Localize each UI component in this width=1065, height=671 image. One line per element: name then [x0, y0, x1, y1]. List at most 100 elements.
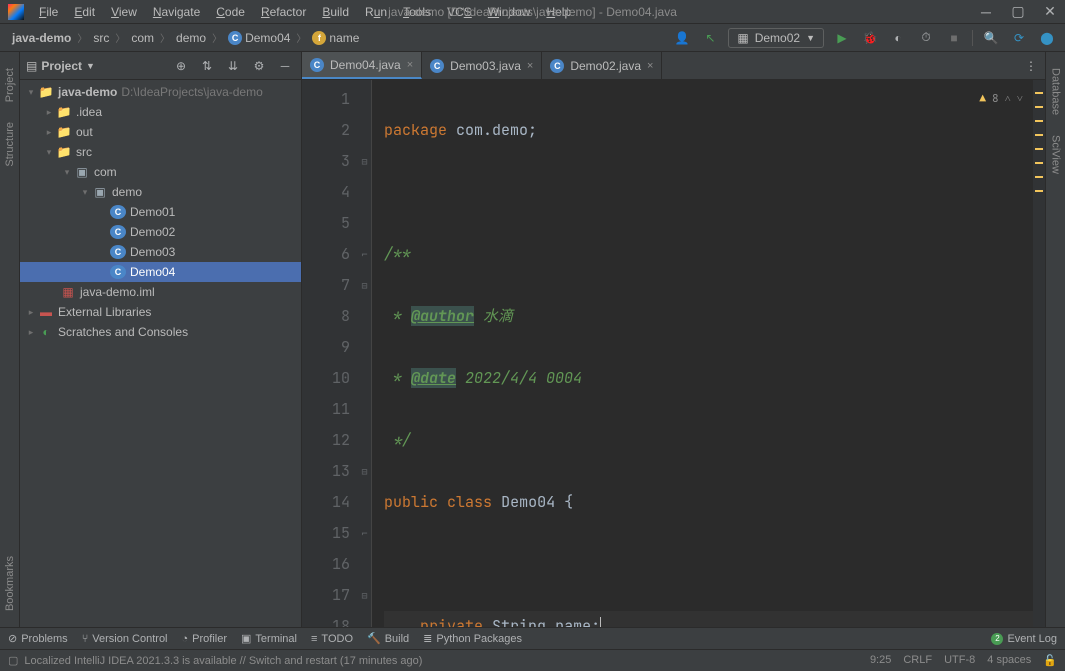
tool-bookmarks-tab[interactable]: Bookmarks	[2, 548, 18, 619]
tool-event-log[interactable]: 2Event Log	[991, 633, 1057, 645]
project-tree[interactable]: ▾ 📁 java-demo D:\IdeaProjects\java-demo …	[20, 80, 301, 627]
tool-profiler[interactable]: ◔Profiler	[182, 633, 228, 645]
menu-run[interactable]: Run	[358, 3, 394, 21]
menu-tools[interactable]: Tools	[396, 3, 438, 21]
chevron-right-icon[interactable]: ▸	[42, 107, 56, 118]
menu-help[interactable]: Help	[539, 3, 578, 21]
chevron-down-icon[interactable]: ▾	[42, 147, 56, 158]
menu-vcs[interactable]: VCS	[440, 3, 479, 21]
tree-ext-libs[interactable]: ▸ ▬ External Libraries	[20, 302, 301, 322]
tool-project-tab[interactable]: Project	[2, 60, 18, 110]
inspections-widget[interactable]: ▲ 8 ˄ ˅	[979, 84, 1023, 115]
tree-demo03[interactable]: C Demo03	[20, 242, 301, 262]
status-message[interactable]: Localized IntelliJ IDEA 2021.3.3 is avai…	[24, 655, 422, 667]
expand-all-icon[interactable]: ⇅	[197, 56, 217, 76]
tool-sciview-tab[interactable]: SciView	[1048, 127, 1064, 182]
menu-file[interactable]: File	[32, 3, 65, 21]
chevron-down-icon[interactable]: ˅	[1017, 84, 1023, 115]
hammer-icon[interactable]: ↖	[700, 28, 720, 48]
tool-database-tab[interactable]: Database	[1048, 60, 1064, 123]
settings-icon[interactable]: ⚙	[249, 56, 269, 76]
tree-out[interactable]: ▸ 📁 out	[20, 122, 301, 142]
status-line-sep[interactable]: CRLF	[903, 654, 932, 667]
tree-com[interactable]: ▾ ▣ com	[20, 162, 301, 182]
tool-terminal[interactable]: ▣Terminal	[241, 632, 297, 645]
select-opened-file-icon[interactable]: ⊕	[171, 56, 191, 76]
tool-build[interactable]: 🔨Build	[367, 632, 409, 645]
status-position[interactable]: 9:25	[870, 654, 891, 667]
menu-build[interactable]: Build	[315, 3, 356, 21]
tree-idea[interactable]: ▸ 📁 .idea	[20, 102, 301, 122]
search-button[interactable]: 🔍	[981, 28, 1001, 48]
debug-button[interactable]: 🐞	[860, 28, 880, 48]
tree-demo01[interactable]: C Demo01	[20, 202, 301, 222]
chevron-right-icon[interactable]: ▸	[42, 127, 56, 138]
fold-open-icon[interactable]: ⊟	[358, 456, 371, 487]
crumb-field[interactable]: fname	[308, 29, 363, 47]
tool-version-control[interactable]: ⑂Version Control	[82, 633, 168, 645]
tree-scratches[interactable]: ▸ ◐ Scratches and Consoles	[20, 322, 301, 342]
tree-demo-pkg[interactable]: ▾ ▣ demo	[20, 182, 301, 202]
readonly-lock-icon[interactable]: 🔓	[1043, 654, 1057, 667]
minimize-button[interactable]: ─	[979, 5, 993, 19]
crumb-class[interactable]: CDemo04	[224, 29, 294, 47]
tree-root[interactable]: ▾ 📁 java-demo D:\IdeaProjects\java-demo	[20, 82, 301, 102]
chevron-up-icon[interactable]: ˄	[1005, 84, 1011, 115]
run-button[interactable]: ▶	[832, 28, 852, 48]
ide-settings-button[interactable]: ⬤	[1037, 28, 1057, 48]
status-indent[interactable]: 4 spaces	[987, 654, 1031, 667]
editor[interactable]: 1 2 3 4 5 6 7 8 9 10 11 12 13 14 15 16 1…	[302, 80, 1045, 627]
tree-iml[interactable]: ▦ java-demo.iml	[20, 282, 301, 302]
menu-window[interactable]: Window	[481, 3, 538, 21]
menu-refactor[interactable]: Refactor	[254, 3, 313, 21]
fold-open-icon[interactable]: ⊟	[358, 580, 371, 611]
hide-icon[interactable]: ─	[275, 56, 295, 76]
project-view-title[interactable]: Project ▼	[41, 59, 95, 73]
fold-open-icon[interactable]: ⊟	[358, 270, 371, 301]
chevron-right-icon[interactable]: ▸	[24, 307, 38, 318]
error-stripe[interactable]	[1033, 80, 1045, 627]
code-content[interactable]: package com.demo; /** * @author 水滴 * @da…	[372, 80, 1033, 627]
close-icon[interactable]: ×	[407, 59, 413, 71]
tabs-more-icon[interactable]: ⋮	[1017, 52, 1045, 79]
status-encoding[interactable]: UTF-8	[944, 654, 975, 667]
status-tool-windows-icon[interactable]: ▢	[8, 654, 18, 667]
tab-demo03[interactable]: C Demo03.java ×	[422, 52, 542, 79]
menu-navigate[interactable]: Navigate	[146, 3, 207, 21]
fold-gutter[interactable]: ⊟ ⌐ ⊟ ⊟ ⌐ ⊟	[358, 80, 372, 627]
fold-open-icon[interactable]: ⊟	[358, 146, 371, 177]
crumb-project[interactable]: java-demo	[8, 29, 75, 47]
crumb-com[interactable]: com	[127, 29, 158, 47]
sync-button[interactable]: ⟳	[1009, 28, 1029, 48]
tree-demo02[interactable]: C Demo02	[20, 222, 301, 242]
chevron-down-icon[interactable]: ▾	[78, 187, 92, 198]
tool-python-packages[interactable]: ≣Python Packages	[423, 632, 522, 645]
tool-todo[interactable]: ≡TODO	[311, 633, 353, 645]
tool-structure-tab[interactable]: Structure	[2, 114, 18, 175]
fold-close-icon[interactable]: ⌐	[358, 239, 371, 270]
close-icon[interactable]: ×	[527, 60, 533, 72]
add-user-icon[interactable]: 👤	[672, 28, 692, 48]
close-button[interactable]: ✕	[1043, 5, 1057, 19]
collapse-all-icon[interactable]: ⇊	[223, 56, 243, 76]
menu-edit[interactable]: Edit	[67, 3, 102, 21]
tab-demo04[interactable]: C Demo04.java ×	[302, 52, 422, 79]
chevron-right-icon[interactable]: ▸	[24, 327, 38, 338]
line-gutter[interactable]: 1 2 3 4 5 6 7 8 9 10 11 12 13 14 15 16 1…	[302, 80, 358, 627]
tree-demo04[interactable]: C Demo04	[20, 262, 301, 282]
tab-demo02[interactable]: C Demo02.java ×	[542, 52, 662, 79]
fold-close-icon[interactable]: ⌐	[358, 518, 371, 549]
chevron-down-icon[interactable]: ▾	[60, 167, 74, 178]
close-icon[interactable]: ×	[647, 60, 653, 72]
crumb-src[interactable]: src	[89, 29, 113, 47]
coverage-button[interactable]: ◐	[888, 28, 908, 48]
tree-src[interactable]: ▾ 📁 src	[20, 142, 301, 162]
tool-problems[interactable]: ⊘Problems	[8, 632, 68, 645]
stop-button[interactable]: ■	[944, 28, 964, 48]
profile-button[interactable]: ⏱	[916, 28, 936, 48]
chevron-down-icon[interactable]: ▾	[24, 87, 38, 98]
run-config-selector[interactable]: ▦ Demo02 ▼	[728, 28, 824, 48]
maximize-button[interactable]: ▢	[1011, 5, 1025, 19]
menu-view[interactable]: View	[104, 3, 144, 21]
crumb-demo[interactable]: demo	[172, 29, 210, 47]
